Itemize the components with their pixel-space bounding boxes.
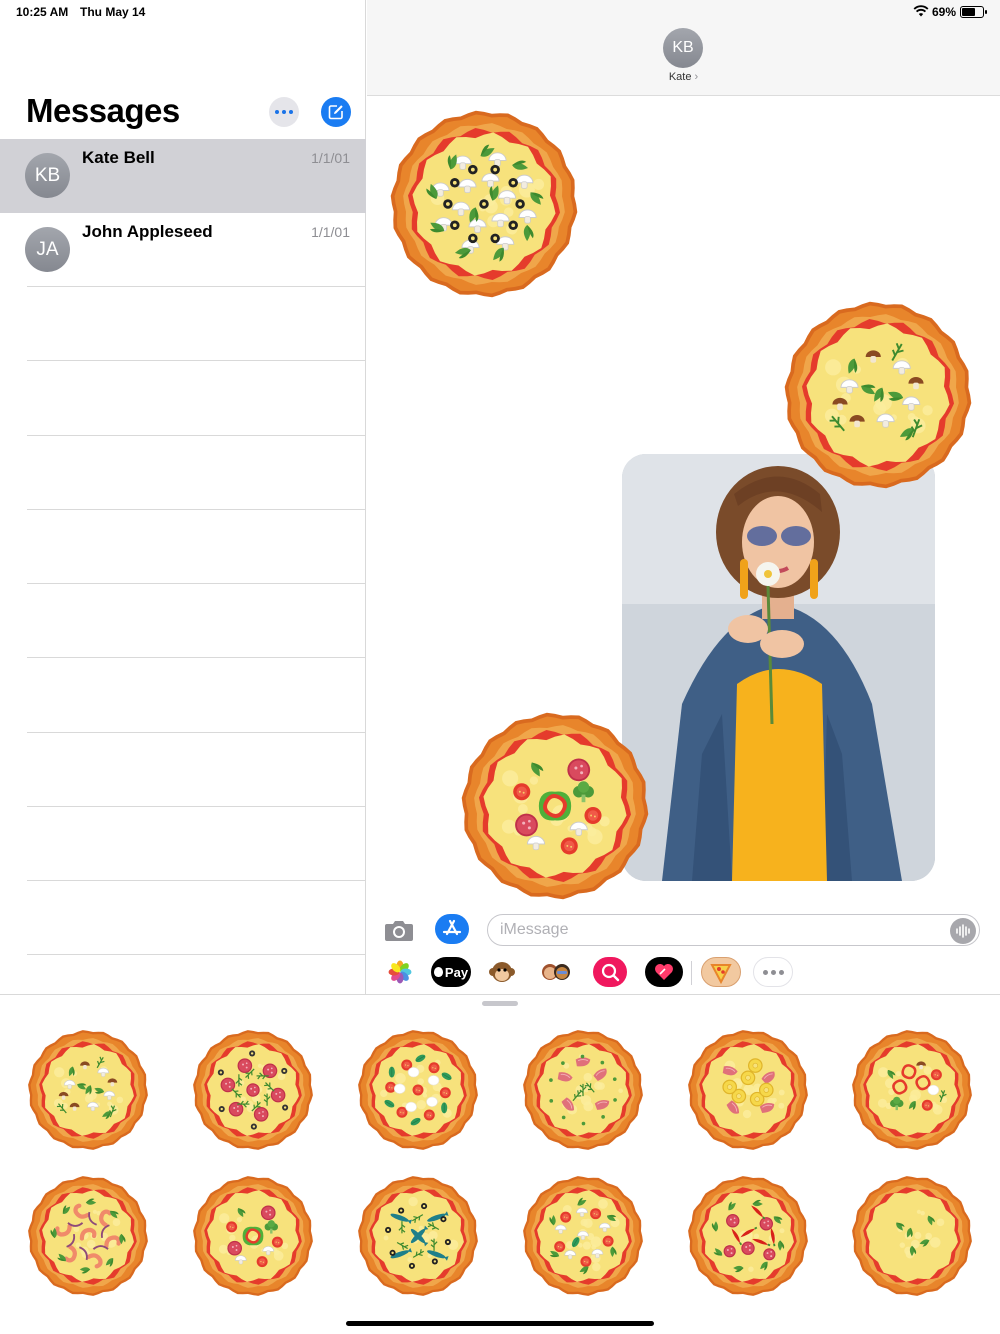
avatar: JA — [25, 227, 70, 272]
sticker-shrimp[interactable] — [27, 1175, 149, 1297]
pizza-icon — [523, 1030, 643, 1150]
contact-name: Kate — [668, 71, 692, 83]
pizza-icon — [28, 1176, 148, 1296]
digital-touch-app-icon[interactable] — [645, 957, 683, 987]
photo-message[interactable] — [622, 454, 935, 881]
divider — [27, 806, 365, 807]
contact-avatar[interactable]: KB — [663, 28, 703, 68]
pizza-icon — [688, 1176, 808, 1296]
photos-app-icon[interactable] — [383, 957, 417, 987]
sticker-pepper-tomato[interactable] — [851, 1029, 973, 1151]
sticker-mushroom-tomato[interactable] — [522, 1175, 644, 1297]
sticker-salami[interactable] — [192, 1029, 314, 1151]
divider — [27, 954, 365, 955]
memoji-icon — [542, 964, 570, 980]
pizza-icon — [523, 1176, 643, 1296]
conversation-row[interactable]: JA John Appleseed 1/1/01 — [0, 213, 366, 287]
imessage-app-strip: Pay — [367, 952, 1000, 994]
search-icon — [601, 963, 620, 982]
divider — [27, 509, 365, 510]
pizza-icon — [852, 1176, 972, 1296]
compose-bar — [367, 908, 1000, 952]
camera-icon — [385, 921, 413, 941]
sticker-tomato-mozzarella[interactable] — [357, 1029, 479, 1151]
mushroom-herb-pizza-sticker — [784, 301, 972, 489]
chevron-right-icon: › — [694, 71, 699, 83]
sticker-cheese-herb[interactable] — [851, 1175, 973, 1297]
sticker-salami-chili[interactable] — [687, 1175, 809, 1297]
animoji-app-icon[interactable] — [485, 957, 519, 987]
divider — [27, 435, 365, 436]
sticker-anchovy[interactable] — [357, 1175, 479, 1297]
memoji-app-icon[interactable] — [539, 957, 573, 987]
apple-pay-label: Pay — [444, 964, 469, 980]
contact-name-link[interactable]: Kate › — [367, 71, 1000, 83]
waveform-icon — [956, 924, 970, 938]
chat-transcript — [367, 97, 1000, 909]
divider — [27, 880, 365, 881]
pizza-icon — [193, 1030, 313, 1150]
divider — [27, 657, 365, 658]
pizza-stickers-app-icon[interactable] — [701, 957, 741, 987]
pizza-icon — [358, 1030, 478, 1150]
sticker-message[interactable] — [389, 109, 579, 299]
sticker-pepper-salami[interactable] — [192, 1175, 314, 1297]
divider — [27, 732, 365, 733]
app-store-button[interactable] — [435, 914, 469, 944]
sticker-ham-pineapple[interactable] — [687, 1029, 809, 1151]
sticker-message[interactable] — [460, 711, 650, 901]
battery-icon — [960, 6, 987, 18]
pizza-icon — [28, 1030, 148, 1150]
divider — [691, 961, 692, 985]
sticker-message[interactable] — [783, 300, 973, 490]
mushroom-olive-pizza-sticker — [390, 110, 578, 298]
message-field[interactable] — [487, 914, 980, 946]
photos-icon — [388, 960, 412, 984]
divider — [27, 360, 365, 361]
pizza-icon — [852, 1030, 972, 1150]
pizza-icon — [193, 1176, 313, 1296]
divider — [27, 583, 365, 584]
divider — [27, 286, 365, 287]
pizza-slice-icon — [710, 964, 732, 984]
message-input[interactable] — [500, 920, 930, 940]
drawer-grabber[interactable] — [482, 1001, 518, 1006]
more-options-button[interactable] — [269, 97, 299, 127]
search-images-app-icon[interactable] — [593, 957, 627, 987]
more-apps-icon[interactable] — [753, 957, 793, 987]
conversation-date: 1/1/01 — [311, 224, 350, 240]
sticker-mushroom-herb[interactable] — [27, 1029, 149, 1151]
home-indicator — [346, 1321, 654, 1326]
avatar: KB — [25, 153, 70, 198]
compose-icon — [328, 105, 343, 120]
heart-icon — [655, 964, 673, 980]
apple-logo-icon — [433, 967, 443, 977]
sticker-drawer — [0, 994, 1000, 1334]
app-store-icon — [442, 919, 462, 936]
pepper-salami-pizza-sticker — [461, 712, 649, 900]
apple-pay-app-icon[interactable]: Pay — [431, 957, 471, 987]
woman-photo-image — [622, 454, 935, 881]
pizza-icon — [358, 1176, 478, 1296]
sticker-ham-rosemary[interactable] — [522, 1029, 644, 1151]
page-title: Messages — [26, 92, 180, 129]
conversation-date: 1/1/01 — [311, 150, 350, 166]
contact-name: Kate Bell — [82, 148, 155, 167]
monkey-icon — [489, 962, 515, 982]
status-time: 10:25 AM — [16, 5, 69, 19]
status-bar: 10:25 AM Thu May 14 69% — [0, 0, 1000, 24]
compose-button[interactable] — [321, 97, 351, 127]
conversation-sidebar: Messages KB Kate Bell 1/1/01 JA John App… — [0, 0, 366, 994]
wifi-icon — [913, 5, 929, 17]
camera-button[interactable] — [383, 916, 415, 944]
contact-name: John Appleseed — [82, 222, 213, 241]
status-date: Thu May 14 — [80, 5, 146, 19]
battery-percent: 69% — [932, 5, 957, 19]
conversation-row[interactable]: KB Kate Bell 1/1/01 — [0, 139, 366, 213]
audio-message-button[interactable] — [950, 918, 976, 944]
pizza-icon — [688, 1030, 808, 1150]
